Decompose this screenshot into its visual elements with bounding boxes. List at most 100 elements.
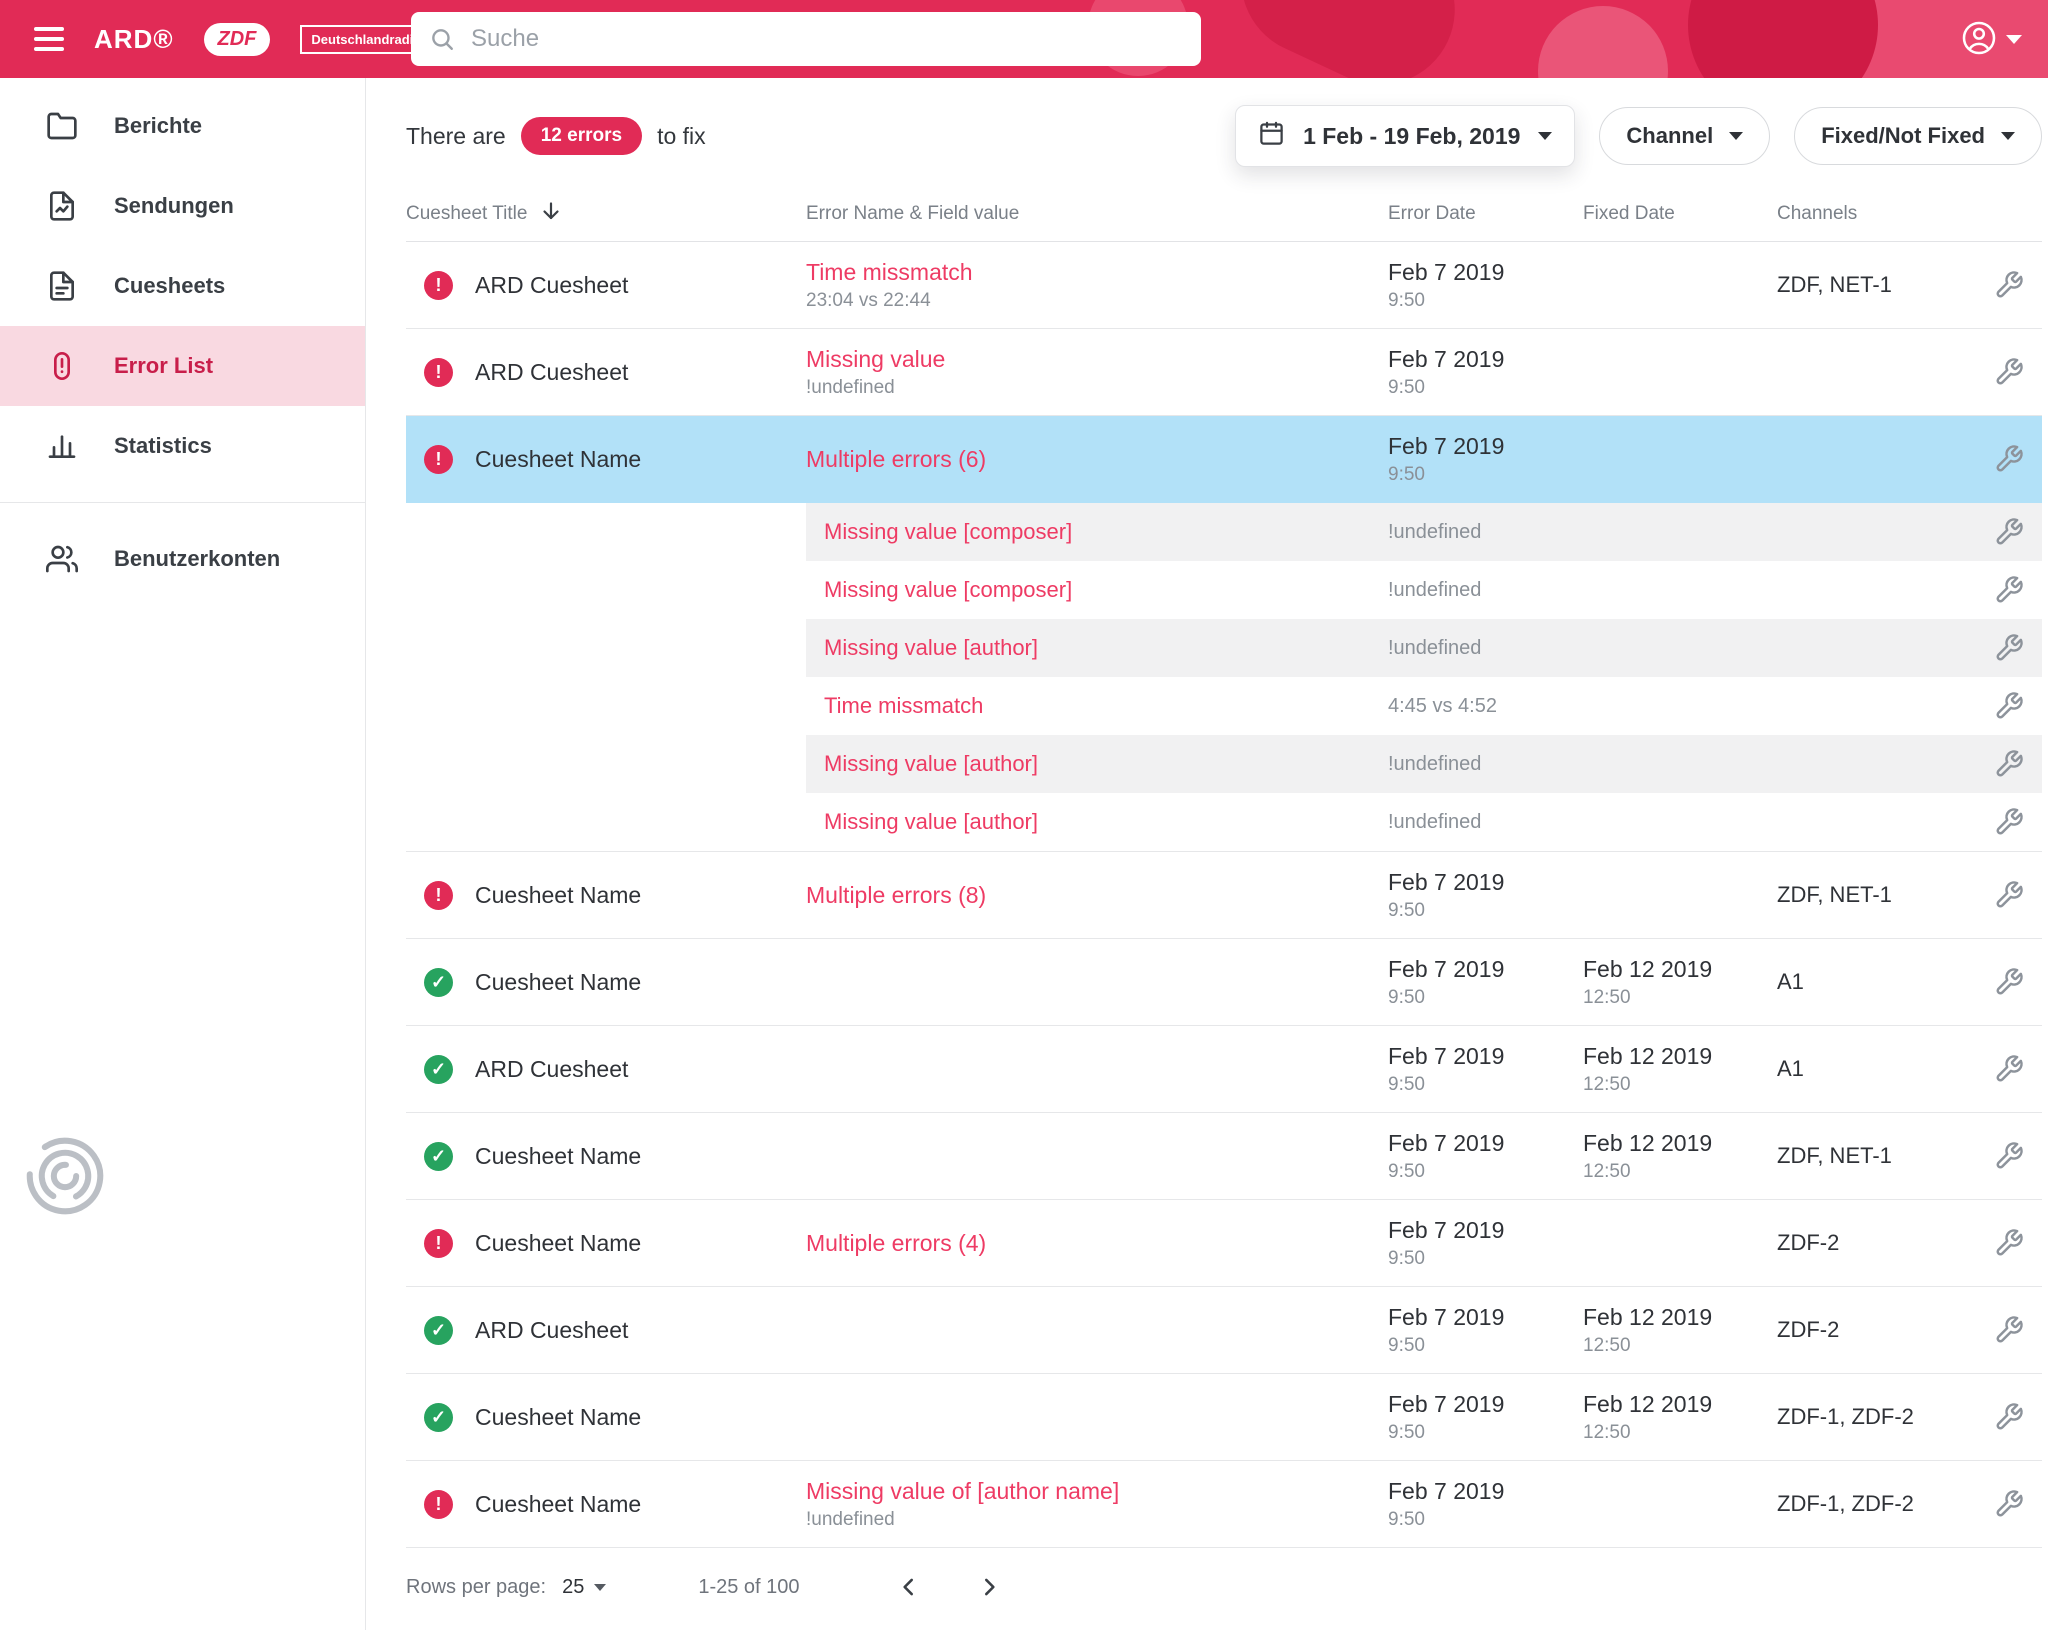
table-row[interactable]: ✓ ARD Cuesheet Feb 7 2019 9:50 Feb 12 20… bbox=[406, 1287, 2042, 1374]
pagination: Rows per page: 25 1-25 of 100 bbox=[406, 1574, 2042, 1600]
table-row[interactable]: ! Cuesheet Name Multiple errors (6) Feb … bbox=[406, 416, 2042, 503]
fixed-status-filter[interactable]: Fixed/Not Fixed bbox=[1794, 107, 2042, 165]
error-cell: Missing value !undefined bbox=[806, 346, 1388, 399]
cuesheet-title-cell: ! Cuesheet Name bbox=[406, 445, 806, 474]
next-page-button[interactable] bbox=[976, 1574, 1002, 1600]
error-time: 9:50 bbox=[1388, 900, 1583, 922]
fixed-date: Feb 12 2019 bbox=[1583, 1130, 1777, 1157]
actions-cell bbox=[1976, 1054, 2042, 1084]
cuesheet-title-cell: ✓ Cuesheet Name bbox=[406, 1403, 806, 1432]
column-header-cuesheet-title[interactable]: Cuesheet Title bbox=[406, 199, 806, 229]
wrench-icon[interactable] bbox=[1994, 1141, 2024, 1171]
table-row[interactable]: ! Cuesheet Name Multiple errors (4) Feb … bbox=[406, 1200, 2042, 1287]
channel-filter-label: Channel bbox=[1626, 123, 1713, 149]
error-time: 9:50 bbox=[1388, 1074, 1583, 1096]
cuesheet-title: ARD Cuesheet bbox=[475, 359, 628, 386]
wrench-icon[interactable] bbox=[1994, 357, 2024, 387]
folder-icon bbox=[46, 109, 80, 143]
previous-page-button[interactable] bbox=[896, 1574, 922, 1600]
sidebar: Berichte Sendungen Cuesheets Error List … bbox=[0, 78, 366, 1630]
actions-cell bbox=[1976, 967, 2042, 997]
wrench-icon[interactable] bbox=[1994, 575, 2024, 605]
fixed-status-icon: ✓ bbox=[424, 1055, 453, 1084]
fixed-date: Feb 12 2019 bbox=[1583, 1304, 1777, 1331]
wrench-icon[interactable] bbox=[1994, 691, 2024, 721]
table-row[interactable]: ! ARD Cuesheet Time missmatch 23:04 vs 2… bbox=[406, 242, 2042, 329]
subrow-field-value: !undefined bbox=[1388, 753, 1583, 776]
wrench-icon[interactable] bbox=[1994, 633, 2024, 663]
wrench-icon[interactable] bbox=[1994, 1054, 2024, 1084]
error-date: Feb 7 2019 bbox=[1388, 433, 1583, 460]
subrow-field-value: 4:45 vs 4:52 bbox=[1388, 695, 1583, 718]
table-row[interactable]: ✓ Cuesheet Name Feb 7 2019 9:50 Feb 12 2… bbox=[406, 1113, 2042, 1200]
sidebar-item-label: Berichte bbox=[114, 113, 202, 139]
wrench-icon[interactable] bbox=[1994, 1402, 2024, 1432]
topbar: ARD® ZDF Deutschlandradio bbox=[0, 0, 2048, 78]
fixed-date-cell: Feb 12 2019 12:50 bbox=[1583, 956, 1777, 1009]
sidebar-item-benutzerkonten[interactable]: Benutzerkonten bbox=[0, 519, 365, 599]
chevron-down-icon bbox=[1538, 132, 1552, 140]
error-time: 9:50 bbox=[1388, 377, 1583, 399]
actions-cell bbox=[1976, 1315, 2042, 1345]
sidebar-item-cuesheets[interactable]: Cuesheets bbox=[0, 246, 365, 326]
search-icon bbox=[429, 26, 455, 57]
hamburger-menu-icon[interactable] bbox=[34, 27, 64, 51]
error-date: Feb 7 2019 bbox=[1388, 1043, 1583, 1070]
wrench-icon[interactable] bbox=[1994, 807, 2024, 837]
chevron-down-icon bbox=[1729, 132, 1743, 140]
table-row[interactable]: ! Cuesheet Name Missing value of [author… bbox=[406, 1461, 2042, 1548]
rows-per-page-select[interactable]: 25 bbox=[562, 1576, 606, 1599]
wrench-icon[interactable] bbox=[1994, 1228, 2024, 1258]
error-cell: Multiple errors (6) bbox=[806, 446, 1388, 473]
channel-filter[interactable]: Channel bbox=[1599, 107, 1770, 165]
table-row[interactable]: ✓ ARD Cuesheet Feb 7 2019 9:50 Feb 12 20… bbox=[406, 1026, 2042, 1113]
table-body: ! ARD Cuesheet Time missmatch 23:04 vs 2… bbox=[406, 242, 2042, 1548]
subrow-field-value: !undefined bbox=[1388, 579, 1583, 602]
error-date: Feb 7 2019 bbox=[1388, 1478, 1583, 1505]
cuesheet-title-cell: ! Cuesheet Name bbox=[406, 1229, 806, 1258]
user-menu-button[interactable] bbox=[1961, 20, 2022, 59]
error-name: Multiple errors (6) bbox=[806, 446, 1388, 473]
error-date: Feb 7 2019 bbox=[1388, 869, 1583, 896]
sidebar-item-berichte[interactable]: Berichte bbox=[0, 86, 365, 166]
error-date-cell: Feb 7 2019 9:50 bbox=[1388, 433, 1583, 486]
user-account-icon bbox=[1961, 20, 1997, 59]
fixed-date-cell: Feb 12 2019 12:50 bbox=[1583, 1391, 1777, 1444]
table-row[interactable]: ! ARD Cuesheet Missing value !undefined … bbox=[406, 329, 2042, 416]
wrench-icon[interactable] bbox=[1994, 749, 2024, 779]
subrow-band: Missing value [author] !undefined bbox=[806, 619, 2042, 677]
table-row[interactable]: ✓ Cuesheet Name Feb 7 2019 9:50 Feb 12 2… bbox=[406, 939, 2042, 1026]
error-name: Missing value of [author name] bbox=[806, 1478, 1388, 1505]
subrow-field-value: !undefined bbox=[1388, 811, 1583, 834]
wrench-icon[interactable] bbox=[1994, 444, 2024, 474]
table-header-row: Cuesheet Title Error Name & Field value … bbox=[406, 186, 2042, 242]
search-input[interactable] bbox=[411, 12, 1201, 66]
table-subrow: Missing value [author] !undefined bbox=[406, 793, 2042, 852]
sidebar-item-statistics[interactable]: Statistics bbox=[0, 406, 365, 486]
sidebar-nav: Berichte Sendungen Cuesheets Error List … bbox=[0, 86, 365, 486]
wrench-icon[interactable] bbox=[1994, 967, 2024, 997]
sort-descending-icon bbox=[539, 199, 563, 229]
error-status-icon: ! bbox=[424, 271, 453, 300]
error-date-cell: Feb 7 2019 9:50 bbox=[1388, 1304, 1583, 1357]
layout: Berichte Sendungen Cuesheets Error List … bbox=[0, 78, 2048, 1630]
fixed-date-cell: Feb 12 2019 12:50 bbox=[1583, 1304, 1777, 1357]
table-row[interactable]: ! Cuesheet Name Multiple errors (8) Feb … bbox=[406, 852, 2042, 939]
wrench-icon[interactable] bbox=[1994, 880, 2024, 910]
table-row[interactable]: ✓ Cuesheet Name Feb 7 2019 9:50 Feb 12 2… bbox=[406, 1374, 2042, 1461]
wrench-icon[interactable] bbox=[1994, 270, 2024, 300]
sidebar-item-error-list[interactable]: Error List bbox=[0, 326, 365, 406]
subrow-error-name: Missing value [author] bbox=[806, 809, 1388, 835]
channels-cell: ZDF-2 bbox=[1777, 1230, 1976, 1256]
date-range-filter[interactable]: 1 Feb - 19 Feb, 2019 bbox=[1235, 105, 1575, 167]
actions-cell bbox=[1976, 807, 2042, 837]
wrench-icon[interactable] bbox=[1994, 517, 2024, 547]
sidebar-item-sendungen[interactable]: Sendungen bbox=[0, 166, 365, 246]
error-status-icon: ! bbox=[424, 445, 453, 474]
wrench-icon[interactable] bbox=[1994, 1315, 2024, 1345]
error-date: Feb 7 2019 bbox=[1388, 1304, 1583, 1331]
error-name: Multiple errors (4) bbox=[806, 1230, 1388, 1257]
error-date: Feb 7 2019 bbox=[1388, 1217, 1583, 1244]
error-name: Multiple errors (8) bbox=[806, 882, 1388, 909]
wrench-icon[interactable] bbox=[1994, 1489, 2024, 1519]
